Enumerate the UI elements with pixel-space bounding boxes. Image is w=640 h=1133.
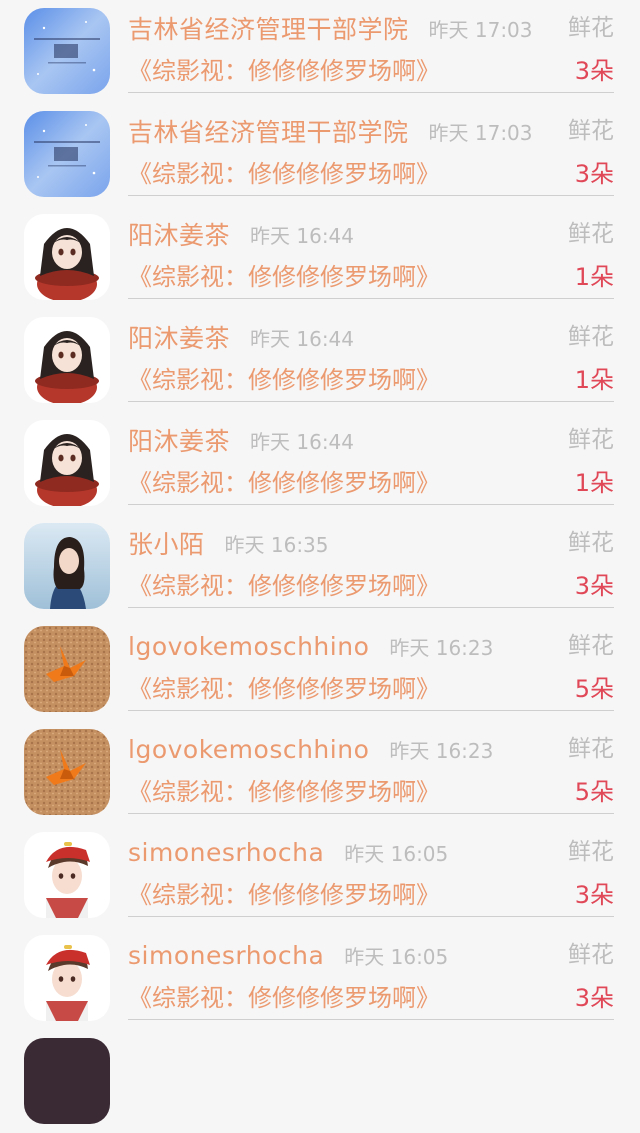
avatar[interactable] <box>24 832 110 918</box>
gift-record-content: 阳沐姜茶 昨天 16:44 鲜花 《综影视：修修修修罗场啊》 1朵 <box>128 412 614 505</box>
sender-name[interactable]: lgovokemoschhino <box>128 735 369 764</box>
gift-record-row-partial[interactable] <box>0 1030 640 1133</box>
avatar[interactable] <box>24 317 110 403</box>
gift-record-row[interactable]: 阳沐姜茶 昨天 16:44 鲜花 《综影视：修修修修罗场啊》 1朵 <box>0 206 640 309</box>
sender-name[interactable]: 阳沐姜茶 <box>128 422 230 458</box>
gift-count: 3朵 <box>574 160 614 188</box>
timestamp: 昨天 16:23 <box>389 635 494 660</box>
sender-line: lgovokemoschhino 昨天 16:23 <box>128 626 614 666</box>
book-title[interactable]: 《综影视：修修修修罗场啊》 <box>128 261 440 293</box>
gift-count: 3朵 <box>574 984 614 1012</box>
gift-type: 鲜花 <box>568 324 614 350</box>
gift-count: 3朵 <box>574 57 614 85</box>
gift-record-row[interactable]: 阳沐姜茶 昨天 16:44 鲜花 《综影视：修修修修罗场啊》 1朵 <box>0 412 640 515</box>
sender-name[interactable]: 阳沐姜茶 <box>128 319 230 355</box>
gift-type: 鲜花 <box>568 736 614 762</box>
sender-name[interactable]: 吉林省经济管理干部学院 <box>128 10 409 46</box>
gift-record-content: lgovokemoschhino 昨天 16:23 鲜花 《综影视：修修修修罗场… <box>128 721 614 814</box>
book-title[interactable]: 《综影视：修修修修罗场啊》 <box>128 879 440 911</box>
gift-type: 鲜花 <box>568 942 614 968</box>
gift-record-content: 阳沐姜茶 昨天 16:44 鲜花 《综影视：修修修修罗场啊》 1朵 <box>128 206 614 299</box>
timestamp: 昨天 17:03 <box>428 17 533 42</box>
gift-record-row[interactable]: simonesrhocha 昨天 16:05 鲜花 《综影视：修修修修罗场啊》 … <box>0 824 640 927</box>
sender-line: simonesrhocha 昨天 16:05 <box>128 832 614 872</box>
book-title[interactable]: 《综影视：修修修修罗场啊》 <box>128 55 440 87</box>
gift-record-content: simonesrhocha 昨天 16:05 鲜花 《综影视：修修修修罗场啊》 … <box>128 824 614 917</box>
gift-record-row[interactable]: lgovokemoschhino 昨天 16:23 鲜花 《综影视：修修修修罗场… <box>0 618 640 721</box>
gift-count: 1朵 <box>574 469 614 497</box>
gift-type: 鲜花 <box>568 530 614 556</box>
avatar[interactable] <box>24 626 110 712</box>
avatar[interactable] <box>24 8 110 94</box>
timestamp: 昨天 16:05 <box>344 841 449 866</box>
book-title[interactable]: 《综影视：修修修修罗场啊》 <box>128 158 440 190</box>
avatar[interactable] <box>24 523 110 609</box>
sender-line: lgovokemoschhino 昨天 16:23 <box>128 729 614 769</box>
timestamp: 昨天 16:23 <box>389 738 494 763</box>
gift-record-row[interactable]: 张小陌 昨天 16:35 鲜花 《综影视：修修修修罗场啊》 3朵 <box>0 515 640 618</box>
sender-name[interactable]: lgovokemoschhino <box>128 632 369 661</box>
timestamp: 昨天 16:35 <box>224 532 329 557</box>
timestamp: 昨天 17:03 <box>428 120 533 145</box>
gift-record-content: lgovokemoschhino 昨天 16:23 鲜花 《综影视：修修修修罗场… <box>128 618 614 711</box>
gift-record-row[interactable]: 吉林省经济管理干部学院 昨天 17:03 鲜花 《综影视：修修修修罗场啊》 3朵 <box>0 0 640 103</box>
gift-type: 鲜花 <box>568 221 614 247</box>
gift-record-row[interactable]: 阳沐姜茶 昨天 16:44 鲜花 《综影视：修修修修罗场啊》 1朵 <box>0 309 640 412</box>
avatar[interactable] <box>24 214 110 300</box>
sender-name[interactable]: 吉林省经济管理干部学院 <box>128 113 409 149</box>
gift-type: 鲜花 <box>568 633 614 659</box>
avatar[interactable] <box>24 729 110 815</box>
avatar[interactable] <box>24 111 110 197</box>
sender-name[interactable]: simonesrhocha <box>128 838 324 867</box>
sender-line: 吉林省经济管理干部学院 昨天 17:03 <box>128 111 614 151</box>
gift-count: 3朵 <box>574 572 614 600</box>
sender-name[interactable]: 张小陌 <box>128 525 205 561</box>
sender-line: 张小陌 昨天 16:35 <box>128 523 614 563</box>
gift-type: 鲜花 <box>568 427 614 453</box>
gift-count: 5朵 <box>574 675 614 703</box>
gift-type: 鲜花 <box>568 839 614 865</box>
gift-record-content: 吉林省经济管理干部学院 昨天 17:03 鲜花 《综影视：修修修修罗场啊》 3朵 <box>128 0 614 93</box>
gift-record-row[interactable]: simonesrhocha 昨天 16:05 鲜花 《综影视：修修修修罗场啊》 … <box>0 927 640 1030</box>
sender-line: 阳沐姜茶 昨天 16:44 <box>128 420 614 460</box>
gift-count: 1朵 <box>574 366 614 394</box>
book-title[interactable]: 《综影视：修修修修罗场啊》 <box>128 364 440 396</box>
sender-name[interactable]: 阳沐姜茶 <box>128 216 230 252</box>
gift-record-list: 吉林省经济管理干部学院 昨天 17:03 鲜花 《综影视：修修修修罗场啊》 3朵… <box>0 0 640 1133</box>
gift-record-content: 阳沐姜茶 昨天 16:44 鲜花 《综影视：修修修修罗场啊》 1朵 <box>128 309 614 402</box>
gift-record-content: simonesrhocha 昨天 16:05 鲜花 《综影视：修修修修罗场啊》 … <box>128 927 614 1020</box>
avatar[interactable] <box>24 935 110 1021</box>
book-title[interactable]: 《综影视：修修修修罗场啊》 <box>128 673 440 705</box>
gift-record-row[interactable]: 吉林省经济管理干部学院 昨天 17:03 鲜花 《综影视：修修修修罗场啊》 3朵 <box>0 103 640 206</box>
sender-line: 阳沐姜茶 昨天 16:44 <box>128 214 614 254</box>
gift-type: 鲜花 <box>568 15 614 41</box>
gift-count: 5朵 <box>574 778 614 806</box>
avatar[interactable] <box>24 1038 110 1124</box>
book-title[interactable]: 《综影视：修修修修罗场啊》 <box>128 982 440 1014</box>
timestamp: 昨天 16:05 <box>344 944 449 969</box>
timestamp: 昨天 16:44 <box>250 223 355 248</box>
gift-type: 鲜花 <box>568 118 614 144</box>
gift-record-content: 吉林省经济管理干部学院 昨天 17:03 鲜花 《综影视：修修修修罗场啊》 3朵 <box>128 103 614 196</box>
book-title[interactable]: 《综影视：修修修修罗场啊》 <box>128 467 440 499</box>
avatar[interactable] <box>24 420 110 506</box>
gift-record-content: 张小陌 昨天 16:35 鲜花 《综影视：修修修修罗场啊》 3朵 <box>128 515 614 608</box>
gift-count: 1朵 <box>574 263 614 291</box>
book-title[interactable]: 《综影视：修修修修罗场啊》 <box>128 570 440 602</box>
gift-record-row[interactable]: lgovokemoschhino 昨天 16:23 鲜花 《综影视：修修修修罗场… <box>0 721 640 824</box>
book-title[interactable]: 《综影视：修修修修罗场啊》 <box>128 776 440 808</box>
timestamp: 昨天 16:44 <box>250 429 355 454</box>
sender-name[interactable]: simonesrhocha <box>128 941 324 970</box>
gift-count: 3朵 <box>574 881 614 909</box>
timestamp: 昨天 16:44 <box>250 326 355 351</box>
sender-line: 阳沐姜茶 昨天 16:44 <box>128 317 614 357</box>
sender-line: simonesrhocha 昨天 16:05 <box>128 935 614 975</box>
sender-line: 吉林省经济管理干部学院 昨天 17:03 <box>128 8 614 48</box>
